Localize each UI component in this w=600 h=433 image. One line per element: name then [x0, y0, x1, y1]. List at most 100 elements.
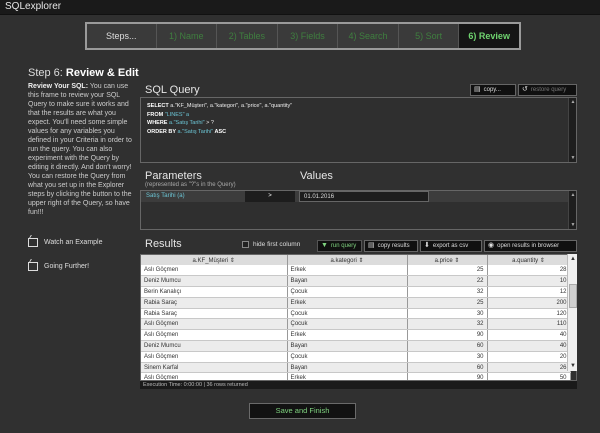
- step-tab-review[interactable]: 6) Review: [459, 24, 519, 48]
- cell-category: Erkek: [287, 372, 408, 380]
- sql-order-field: a."Satış Tarihi": [176, 128, 214, 135]
- step-heading-title: Review & Edit: [65, 67, 139, 79]
- tv-icon: [28, 238, 38, 247]
- restore-query-button[interactable]: ↺ restore query: [518, 84, 577, 96]
- table-row[interactable]: Aslı Göçmen Erkek 90 40: [141, 329, 571, 342]
- copy-query-label: copy...: [483, 87, 501, 93]
- scroll-down-icon[interactable]: ▼: [569, 362, 577, 370]
- steps-navigation: Steps... 1) Name 2) Tables 3) Fields 4) …: [85, 22, 521, 50]
- parameters-scrollbar[interactable]: ▲ ▼: [568, 191, 576, 229]
- save-and-finish-button[interactable]: Save and Finish: [249, 403, 356, 419]
- table-row[interactable]: Deniz Mumcu Bayan 60 40: [141, 340, 571, 352]
- restore-query-label: restore query: [530, 87, 567, 93]
- cell-price: 25: [407, 297, 488, 309]
- sql-query-editor[interactable]: SELECT a."KF_Müşteri", a."kategori", a."…: [140, 97, 577, 163]
- cell-price: 60: [407, 362, 488, 374]
- run-query-button[interactable]: ▼ run query: [317, 240, 362, 252]
- parameters-subtitle: (represented as "?"s in the Query): [145, 182, 236, 188]
- query-scrollbar[interactable]: ▲ ▼: [568, 98, 576, 162]
- document-icon: ▤: [474, 86, 481, 93]
- step-tab-sort[interactable]: 5) Sort: [399, 24, 460, 48]
- values-title: Values: [300, 170, 333, 182]
- watch-example-label: Watch an Example: [44, 239, 103, 246]
- sql-query-text[interactable]: SELECT a."KF_Müşteri", a."kategori", a."…: [147, 102, 292, 136]
- sql-from-keyword: FROM: [147, 111, 164, 118]
- description-lead: Review Your SQL:: [28, 83, 89, 90]
- cell-price: 25: [407, 265, 488, 277]
- cell-customer: Aslı Göçmen: [141, 318, 288, 331]
- sql-line-select: SELECT a."KF_Müşteri", a."kategori", a."…: [147, 102, 292, 111]
- scroll-down-icon[interactable]: ▼: [570, 222, 576, 228]
- step-heading-prefix: Step 6:: [28, 67, 66, 79]
- cell-category: Bayan: [287, 340, 408, 352]
- column-header-kategori[interactable]: a.kategori ⇕: [287, 255, 408, 265]
- scroll-up-icon[interactable]: ▲: [569, 255, 577, 263]
- copy-results-button[interactable]: ▤ copy results: [364, 240, 418, 252]
- sort-icon: ⇕: [229, 257, 235, 264]
- table-row[interactable]: Aslı Göçmen Erkek 25 28: [141, 265, 571, 277]
- cell-category: Çocuk: [287, 318, 408, 331]
- open-in-browser-button[interactable]: ◉ open results in browser: [484, 240, 577, 252]
- column-header-price[interactable]: a.price ⇕: [407, 255, 488, 265]
- sql-order-keyword: ORDER BY: [147, 128, 177, 135]
- export-csv-button[interactable]: ⬇ export as csv: [420, 240, 482, 252]
- cell-customer: Sinem Karfal: [141, 362, 288, 374]
- column-header-label: a.kategori: [330, 257, 357, 264]
- cell-quantity: 12: [487, 286, 571, 298]
- steps-menu-button[interactable]: Steps...: [87, 24, 157, 48]
- cell-category: Bayan: [287, 362, 408, 374]
- table-row[interactable]: Sinem Karfal Bayan 60 26: [141, 362, 571, 374]
- results-table: a.KF_Müşteri ⇕ a.kategori ⇕ a.price ⇕ a.…: [141, 255, 571, 380]
- cell-customer: Aslı Göçmen: [141, 351, 288, 363]
- column-header-label: a.price: [434, 257, 453, 264]
- cell-quantity: 40: [487, 329, 571, 342]
- sql-line-where: WHERE a."Satış Tarihi" > ?: [147, 119, 292, 128]
- column-header-label: a.KF_Müşteri: [192, 257, 229, 264]
- step-tab-search[interactable]: 4) Search: [338, 24, 399, 48]
- watch-example-link[interactable]: Watch an Example: [28, 238, 103, 247]
- cell-category: Çocuk: [287, 286, 408, 298]
- table-row[interactable]: Aslı Göçmen Çocuk 30 20: [141, 351, 571, 363]
- cell-quantity: 28: [487, 265, 571, 277]
- cell-customer: Deniz Mumcu: [141, 275, 288, 288]
- results-scrollbar[interactable]: ▲ ▼: [567, 254, 577, 371]
- cell-quantity: 120: [487, 308, 571, 320]
- parameters-list: Satış Tarihi (a) > 01.01.2016 ▲ ▼: [140, 190, 577, 230]
- table-row[interactable]: Rabia Saraç Erkek 25 200: [141, 297, 571, 309]
- results-grid: a.KF_Müşteri ⇕ a.kategori ⇕ a.price ⇕ a.…: [140, 254, 577, 381]
- cell-quantity: 26: [487, 362, 571, 374]
- scrollbar-thumb[interactable]: [569, 284, 577, 308]
- table-row[interactable]: Deniz Mumcu Bayan 22 10: [141, 275, 571, 288]
- cell-price: 32: [407, 286, 488, 298]
- step-tab-fields[interactable]: 3) Fields: [278, 24, 339, 48]
- cell-category: Erkek: [287, 265, 408, 277]
- cell-customer: Aslı Göçmen: [141, 329, 288, 342]
- column-header-kf-musteri[interactable]: a.KF_Müşteri ⇕: [141, 255, 288, 265]
- going-further-link[interactable]: Going Further!: [28, 262, 89, 271]
- cell-customer: Berin Kanalıçı: [141, 286, 288, 298]
- cell-price: 90: [407, 372, 488, 380]
- export-csv-label: export as csv: [432, 243, 469, 249]
- hide-first-column-checkbox[interactable]: hide first column: [242, 241, 300, 248]
- checkbox-box[interactable]: [242, 241, 249, 248]
- step-tab-tables[interactable]: 2) Tables: [217, 24, 278, 48]
- description-body: You can use this frame to review your SQ…: [28, 83, 132, 216]
- table-row[interactable]: Berin Kanalıçı Çocuk 32 12: [141, 286, 571, 298]
- table-row[interactable]: Aslı Göçmen Çocuk 32 110: [141, 318, 571, 331]
- cell-price: 22: [407, 275, 488, 288]
- scroll-up-icon[interactable]: ▲: [570, 192, 576, 198]
- open-in-browser-label: open results in browser: [497, 243, 560, 249]
- scroll-down-icon[interactable]: ▼: [570, 155, 576, 161]
- column-header-quantity[interactable]: a.quantity ⇕: [487, 255, 571, 265]
- copy-query-button[interactable]: ▤ copy...: [470, 84, 516, 96]
- step-tab-name[interactable]: 1) Name: [157, 24, 218, 48]
- table-row[interactable]: Aslı Göçmen Erkek 90 50: [141, 372, 571, 380]
- cell-customer: Rabia Saraç: [141, 297, 288, 309]
- table-row[interactable]: Rabia Saraç Çocuk 30 120: [141, 308, 571, 320]
- results-title: Results: [145, 238, 182, 250]
- parameter-value-input[interactable]: 01.01.2016: [299, 191, 429, 202]
- cell-quantity: 40: [487, 340, 571, 352]
- parameter-name: Satış Tarihi (a): [146, 193, 185, 199]
- scroll-up-icon[interactable]: ▲: [570, 99, 576, 105]
- copy-results-label: copy results: [377, 243, 410, 249]
